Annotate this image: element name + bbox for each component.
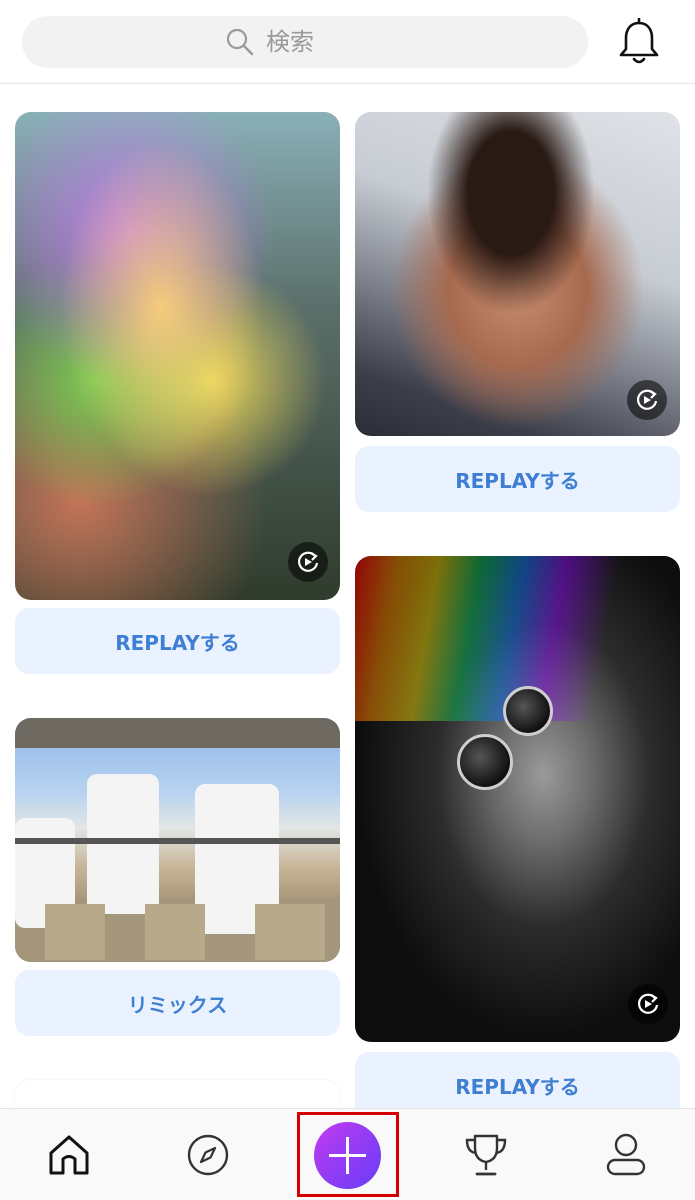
create-plus-button[interactable]: [314, 1122, 381, 1189]
replay-icon[interactable]: [628, 984, 668, 1024]
profile-icon[interactable]: [604, 1132, 648, 1178]
replay-button[interactable]: REPLAYする: [355, 446, 680, 512]
replay-icon[interactable]: [288, 542, 328, 582]
trophy-icon[interactable]: [464, 1132, 508, 1178]
feeder: [145, 904, 205, 960]
feeder: [45, 904, 105, 960]
fence-rail: [15, 838, 340, 844]
compass-icon[interactable]: [186, 1133, 230, 1177]
search-input[interactable]: [266, 28, 386, 56]
feed-image-rainbow-hand[interactable]: [15, 112, 340, 600]
search-icon: [226, 28, 254, 56]
top-bar: [0, 0, 695, 84]
replay-icon[interactable]: [627, 380, 667, 420]
cow: [87, 774, 159, 914]
replay-button[interactable]: REPLAYする: [15, 608, 340, 674]
feeder: [255, 904, 325, 960]
search-bar[interactable]: [22, 16, 588, 68]
bell-icon[interactable]: [616, 18, 662, 66]
sunglasses-lens: [457, 734, 513, 790]
feed-image-lying-woman[interactable]: [355, 112, 680, 436]
home-icon[interactable]: [47, 1133, 91, 1177]
feed-image-sunglasses-woman[interactable]: [355, 556, 680, 1042]
feed-image-cows[interactable]: [15, 718, 340, 962]
remix-button[interactable]: リミックス: [15, 970, 340, 1036]
sunglasses-lens: [503, 686, 553, 736]
barn-roof: [15, 718, 340, 748]
